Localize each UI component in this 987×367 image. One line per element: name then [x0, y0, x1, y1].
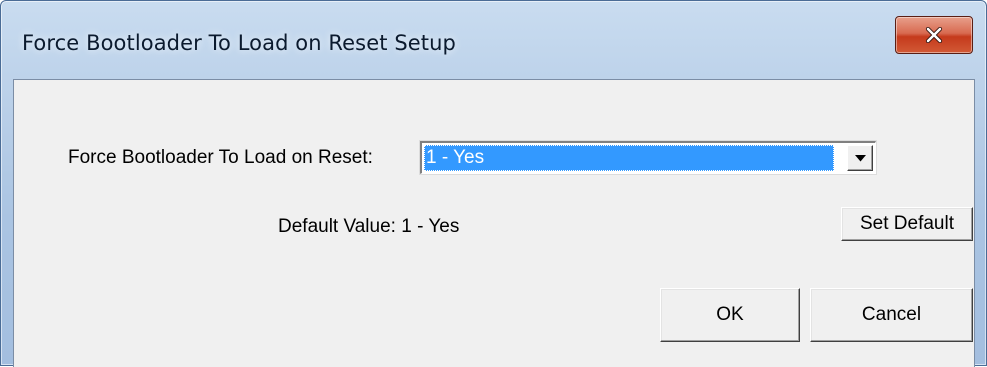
- force-bootloader-dropdown[interactable]: 1 - Yes: [420, 141, 876, 174]
- dropdown-arrow-button[interactable]: [847, 145, 873, 171]
- force-bootloader-label: Force Bootloader To Load on Reset:: [68, 147, 373, 168]
- close-x-icon: [925, 27, 943, 43]
- set-default-button[interactable]: Set Default: [841, 207, 973, 241]
- cancel-button[interactable]: Cancel: [810, 288, 973, 342]
- dialog-window: Force Bootloader To Load on Reset Setup …: [0, 0, 987, 367]
- close-button[interactable]: [895, 16, 973, 54]
- window-title: Force Bootloader To Load on Reset Setup: [22, 31, 456, 55]
- ok-button[interactable]: OK: [660, 288, 800, 342]
- default-value-row: Default Value: 1 - Yes: [278, 216, 459, 238]
- dropdown-selected-value[interactable]: 1 - Yes: [424, 145, 834, 171]
- title-bar[interactable]: Force Bootloader To Load on Reset Setup: [1, 1, 986, 81]
- dialog-client-area: Force Bootloader To Load on Reset: 1 - Y…: [13, 79, 975, 367]
- chevron-down-icon: [854, 154, 866, 161]
- default-value-text: 1 - Yes: [401, 216, 460, 237]
- default-value-label: Default Value:: [278, 216, 396, 237]
